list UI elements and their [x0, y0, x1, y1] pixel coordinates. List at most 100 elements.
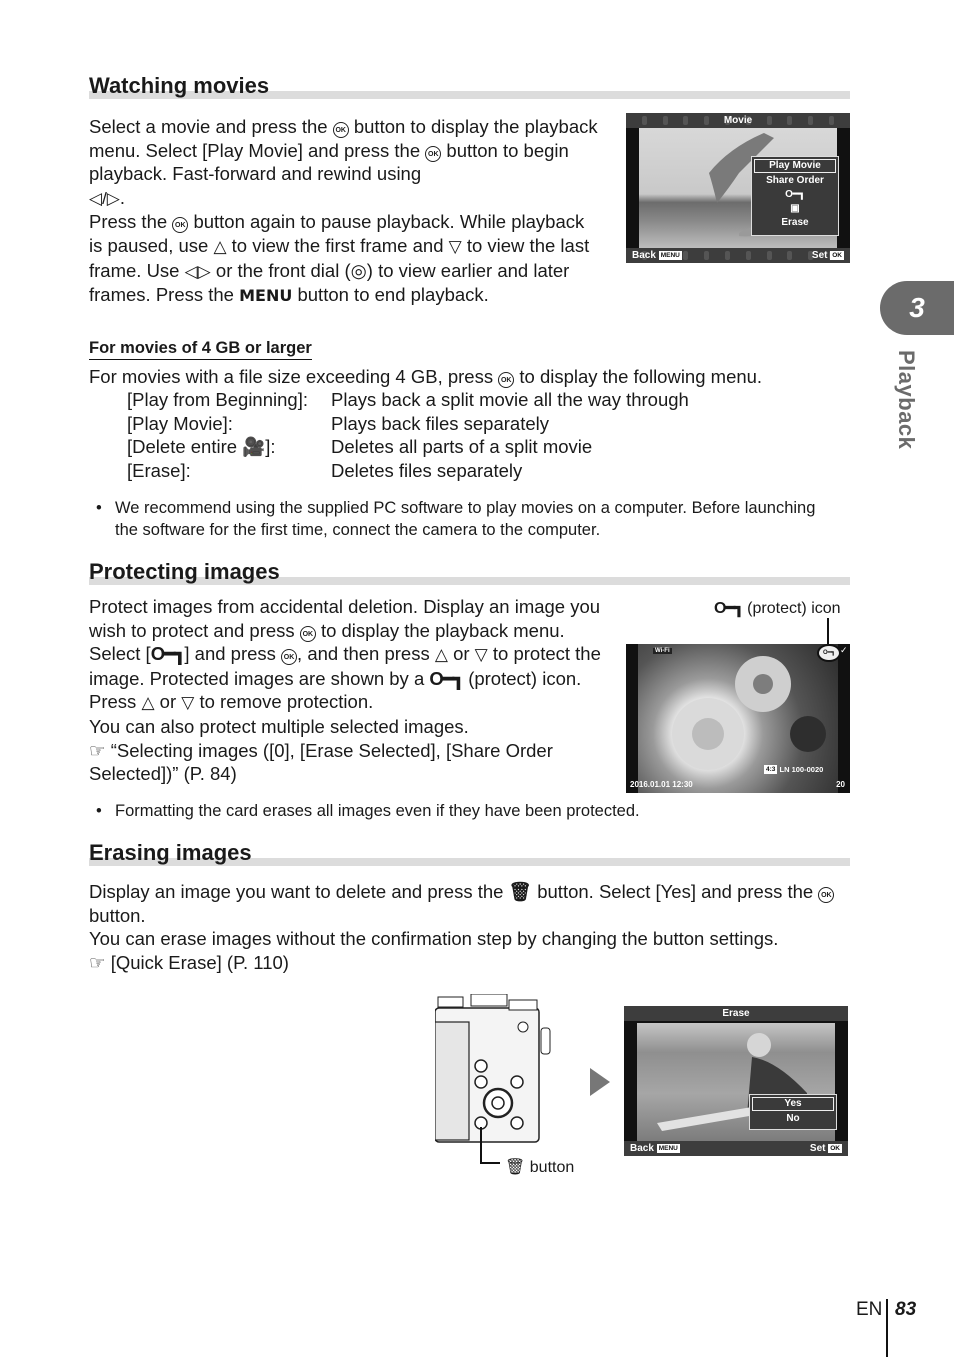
chapter-tab: 3: [880, 281, 954, 335]
chapter-number: 3: [909, 292, 925, 323]
down-arrow-icon: ▽: [181, 693, 195, 713]
set-hint: Set OK: [811, 250, 844, 261]
text: or the front dial (: [215, 259, 351, 281]
left-right-arrow-icon: ◁▷: [184, 261, 211, 281]
up-arrow-icon: △: [434, 645, 448, 665]
menu-item-protect[interactable]: O━┓: [752, 188, 838, 202]
footer-language: EN: [856, 1299, 883, 1320]
text: to view the first frame and: [231, 234, 444, 256]
ok-button-icon: OK: [281, 649, 298, 666]
erasing-paragraph-1: Display an image you want to delete and …: [89, 880, 849, 927]
text: to display the following menu.: [519, 366, 763, 387]
protect-key-icon: O━┓: [714, 600, 744, 617]
menu-item-name: [Erase]:: [127, 459, 191, 481]
table-row: [Play from Beginning]: Plays back a split…: [127, 388, 689, 412]
trash-button-callout: 🗑 button: [505, 1157, 574, 1177]
share-icon: ▣: [790, 203, 800, 214]
menu-item-name: [Play from Beginning]:: [127, 389, 308, 410]
file-number: 100-0020: [791, 765, 824, 774]
ok-button-icon: OK: [299, 625, 316, 642]
reference-pointer-icon: ☞: [89, 951, 106, 973]
set-hint: Set OK: [809, 1143, 842, 1154]
option-no[interactable]: No: [750, 1112, 836, 1126]
text: or: [453, 643, 470, 665]
camera-back-illustration: [434, 993, 553, 1144]
wifi-badge: Wi-Fi: [653, 648, 672, 654]
reference-pointer-icon: ☞: [89, 739, 106, 761]
protecting-body: Protect images from accidental deletion.…: [89, 595, 614, 786]
reference-link[interactable]: [Quick Erase] (P. 110): [111, 952, 289, 973]
note-text: We recommend using the supplied PC softw…: [115, 499, 816, 539]
table-row: [Play Movie]: Plays back files separately: [127, 412, 689, 436]
bullet-icon: •: [96, 499, 102, 517]
section-title-protecting: Protecting images: [89, 559, 280, 584]
trash-icon: 🗑: [508, 881, 533, 902]
trash-icon: 🗑: [505, 1159, 526, 1176]
front-dial-icon: ◎: [350, 259, 367, 281]
text: ] and press: [184, 643, 276, 665]
reference-link[interactable]: “Selecting images ([0], [Erase Selected]…: [89, 740, 553, 785]
protect-icon-callout: O━┓ (protect) icon: [714, 598, 841, 618]
back-hint: Back MENU: [632, 250, 682, 261]
watching-body: Select a movie and press the OK button t…: [89, 115, 599, 308]
ok-button-icon: OK: [172, 217, 189, 234]
erasing-paragraph-2: You can erase images without the confirm…: [89, 928, 779, 950]
text: to remove protection.: [199, 691, 374, 713]
up-arrow-icon: △: [213, 236, 227, 256]
page-number: 83: [895, 1299, 917, 1320]
ok-button-icon: OK: [818, 887, 835, 903]
ok-button-icon: OK: [498, 372, 515, 388]
section-title-watching: Watching movies: [89, 73, 270, 98]
text: Display an image you want to delete and …: [89, 881, 504, 902]
erase-confirm-screen: Erase Yes No Back MENU Set OK: [624, 1006, 848, 1156]
up-arrow-icon: △: [141, 693, 155, 713]
text: Press the: [89, 211, 168, 233]
split-movie-menu-table: [Play from Beginning]: Plays back a split…: [127, 388, 689, 482]
text: button to end playback.: [297, 284, 489, 306]
menu-item-share[interactable]: ▣: [752, 202, 838, 216]
option-yes[interactable]: Yes: [752, 1097, 834, 1111]
menu-item-desc: Plays back files separately: [331, 412, 549, 434]
image-count: 20: [836, 780, 845, 789]
text: Select a movie and press the: [89, 116, 328, 137]
back-hint: Back MENU: [630, 1143, 680, 1154]
text: For movies with a file size exceeding 4 …: [89, 366, 494, 387]
screen-bottom-bar: Back MENU Set OK: [624, 1141, 848, 1156]
screen-title: Erase: [722, 1008, 750, 1019]
aspect-badge: 4:3: [764, 765, 778, 774]
note-pc-software: • We recommend using the supplied PC sof…: [96, 497, 836, 541]
menu-item-share-order[interactable]: Share Order: [752, 174, 838, 188]
arrow-right-icon: [590, 1068, 610, 1096]
text: button.: [89, 904, 146, 926]
protecting-paragraph-2: You can also protect multiple selected i…: [89, 715, 469, 737]
protect-key-icon: O━┓: [785, 189, 805, 200]
table-row: [Delete entire 🎥]: Deletes all parts of a…: [127, 435, 689, 459]
movie-icon: 🎥: [242, 436, 266, 458]
menu-item-play-movie[interactable]: Play Movie: [754, 159, 836, 173]
menu-item-desc: Deletes files separately: [331, 459, 523, 481]
callout-line: [480, 1162, 500, 1164]
callout-line: [827, 618, 829, 646]
subheading-4gb: For movies of 4 GB or larger: [89, 339, 312, 360]
note-formatting: • Formatting the card erases all images …: [96, 800, 836, 822]
section-title-erasing: Erasing images: [89, 840, 252, 865]
footer-divider: [886, 1299, 888, 1357]
menu-button-label: MENU: [239, 286, 293, 306]
chapter-label: Playback: [894, 350, 919, 450]
text: .: [119, 186, 126, 208]
menu-item-erase[interactable]: Erase: [752, 216, 838, 230]
check-icon: ✓: [840, 645, 848, 655]
callout-text: (protect) icon: [747, 600, 841, 617]
protect-key-icon: O━┓: [150, 643, 186, 665]
screen-bottom-bar: Back MENU Set OK: [626, 248, 850, 263]
down-arrow-icon: ▽: [448, 236, 462, 256]
protect-indicator-icon: O━┓: [817, 644, 841, 662]
erasing-body: Display an image you want to delete and …: [89, 880, 849, 974]
callout-text: button: [529, 1159, 575, 1176]
menu-item-desc: Plays back a split movie all the way thr…: [331, 389, 689, 410]
note-text: Formatting the card erases all images ev…: [115, 802, 640, 820]
left-right-arrow-icon: ◁/▷: [89, 188, 120, 208]
erasing-reference: ☞ [Quick Erase] (P. 110): [89, 951, 849, 975]
text: , and then press: [297, 643, 430, 665]
watching-paragraph-1: Select a movie and press the OK button t…: [89, 115, 599, 210]
